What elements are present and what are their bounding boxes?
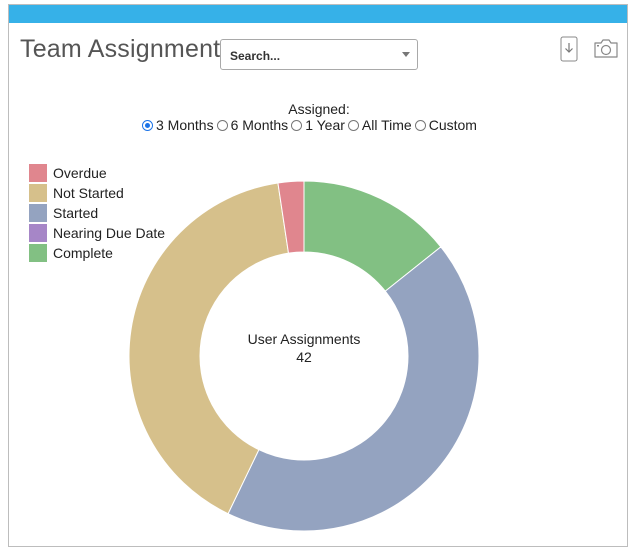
team-assignments-panel: Team Assignments Search... Assigned: 3 M… [8,4,628,547]
donut-center-title: User Assignments [247,331,361,347]
donut-slice-started[interactable] [227,246,480,532]
donut-chart [128,180,480,532]
donut-center-value: 42 [296,349,312,365]
